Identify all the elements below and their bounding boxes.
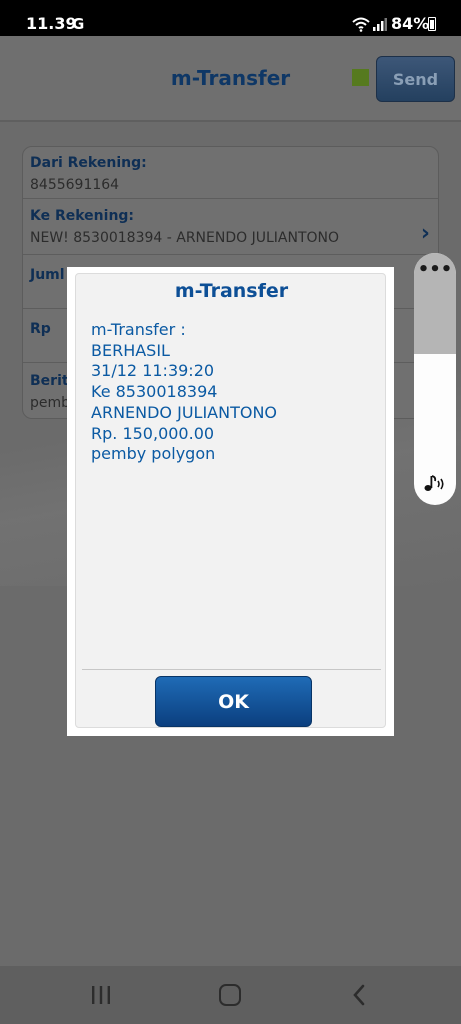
to-account-label: Ke Rekening: <box>30 208 135 224</box>
music-note-icon[interactable] <box>423 473 447 493</box>
google-icon: G <box>72 15 85 33</box>
to-account-value: NEW! 8530018394 - ARNENDO JULIANTONO <box>30 230 340 246</box>
from-account-row[interactable]: Dari Rekening: 8455691164 <box>23 147 438 199</box>
more-options-icon[interactable]: ••• <box>414 261 456 279</box>
message-line: Ke 8530018394 <box>91 382 218 402</box>
status-bar: 11.39 G 84% <box>0 0 461 36</box>
amount-label: Juml <box>30 267 65 283</box>
send-button[interactable]: Send <box>376 56 455 102</box>
to-account-row[interactable]: Ke Rekening: NEW! 8530018394 - ARNENDO J… <box>23 199 438 255</box>
divider <box>82 669 381 670</box>
back-icon[interactable] <box>350 984 370 1006</box>
message-line: ARNENDO JULIANTONO <box>91 402 278 422</box>
ok-button[interactable]: OK <box>155 676 312 727</box>
home-icon[interactable] <box>219 984 241 1006</box>
app-header: m-Transfer Send <box>0 36 461 122</box>
dialog-title: m-Transfer <box>174 280 289 302</box>
transfer-result-dialog: m-Transfer m-Transfer : BERHASIL 31/12 1… <box>67 267 394 736</box>
message-line: BERHASIL <box>91 340 170 360</box>
message-line: m-Transfer : <box>91 320 186 339</box>
volume-slider-track[interactable]: ••• <box>414 253 456 354</box>
message-line: pemby polygon <box>91 444 216 464</box>
message-line: 31/12 11:39:20 <box>91 361 215 381</box>
battery-icon <box>428 17 436 31</box>
signal-icon <box>373 18 387 31</box>
status-indicator <box>352 69 369 86</box>
dialog-message: m-Transfer : BERHASIL 31/12 11:39:20 Ke … <box>91 320 376 465</box>
chevron-right-icon: › <box>420 221 430 246</box>
status-time: 11.39 <box>26 14 77 33</box>
wifi-icon <box>352 17 370 32</box>
navigation-bar <box>0 966 461 1024</box>
currency-label: Rp <box>30 321 51 337</box>
recent-apps-icon[interactable] <box>90 986 112 1004</box>
note-value: pemb <box>30 395 71 411</box>
from-account-value: 8455691164 <box>30 177 120 193</box>
note-label: Berit <box>30 373 69 389</box>
battery-percent: 84% <box>391 14 430 33</box>
message-line: Rp. 150,000.00 <box>91 423 215 443</box>
dialog-body: m-Transfer m-Transfer : BERHASIL 31/12 1… <box>75 273 386 728</box>
from-account-label: Dari Rekening: <box>30 155 147 171</box>
volume-panel[interactable]: ••• <box>414 253 456 505</box>
